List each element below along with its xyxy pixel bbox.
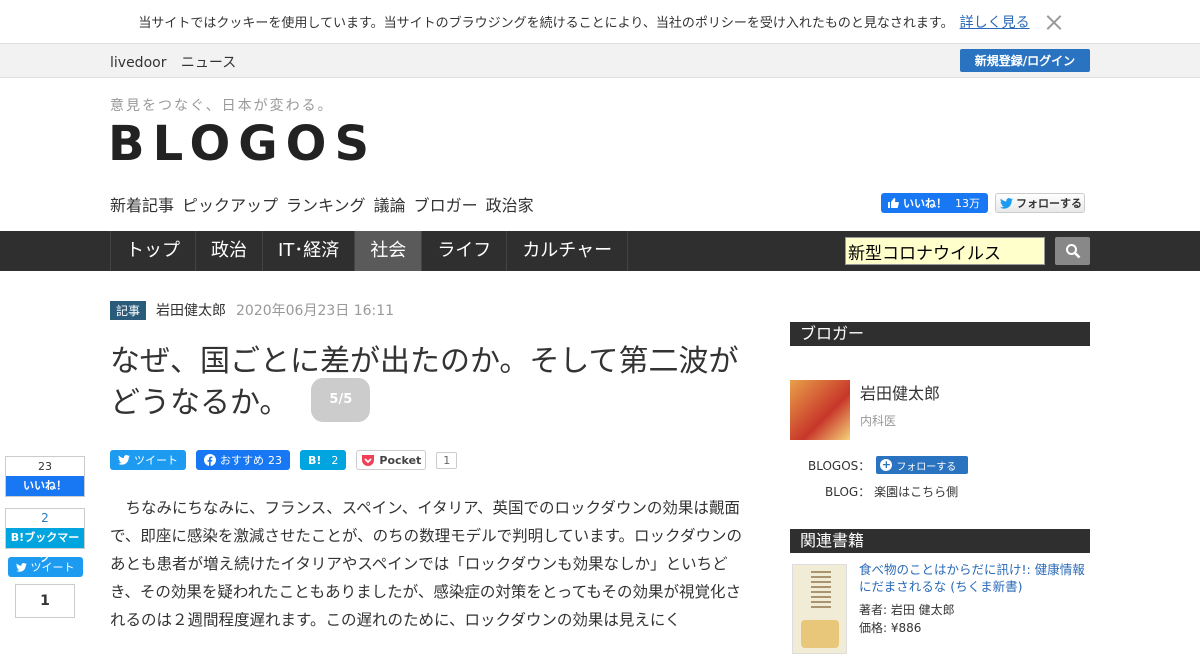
cookie-message: 当サイトではクッキーを使用しています。当サイトのブラウジングを続けることにより、…: [138, 16, 954, 31]
book-cover-illustration: [801, 620, 839, 648]
side-hatena-bookmark[interactable]: 2 B!ブックマーク: [5, 508, 85, 564]
sub-navigation: 新着記事 ピックアップ ランキング 議論 ブロガー 政治家: [110, 192, 534, 216]
side-hatena-label: B!ブックマーク: [6, 528, 84, 564]
related-books-heading: 関連書籍: [790, 529, 1090, 553]
nav-society[interactable]: 社会: [354, 231, 422, 271]
share-buttons: ツイート おすすめ 23 B! 2 Pocket 1: [110, 450, 750, 470]
subnav-new-articles[interactable]: 新着記事: [110, 192, 174, 216]
article-title: なぜ、国ごとに差が出たのか。そして第二波がどうなるか。 5/5: [110, 342, 750, 426]
twitter-bird-icon: [1000, 197, 1013, 209]
article-author[interactable]: 岩田健太郎: [156, 300, 226, 320]
blogger-name[interactable]: 岩田健太郎: [860, 380, 940, 404]
subnav-bloggers[interactable]: ブロガー: [414, 192, 478, 216]
article-meta: 記事 岩田健太郎 2020年06月23日 16:11: [110, 300, 750, 320]
article-body: ちなみにちなみに、フランス、スペイン、イタリア、英国でのロックダウンの効果は覿面…: [110, 499, 742, 629]
subnav-ranking[interactable]: ランキング: [286, 192, 366, 216]
side-fb-label: いいね！: [6, 476, 84, 496]
article-date: 2020年06月23日 16:11: [236, 303, 395, 319]
search-button[interactable]: [1055, 237, 1090, 265]
pocket-button[interactable]: Pocket: [356, 450, 427, 470]
pocket-count: 1: [436, 451, 458, 469]
facebook-like-button[interactable]: いいね！ 13万: [881, 193, 988, 213]
fb-like-label: いいね！: [903, 197, 947, 210]
fb-recommend-label: おすすめ: [220, 454, 264, 467]
hatena-label: B!: [308, 453, 322, 467]
site-tagline: 意見をつなぐ、日本が変わる。: [110, 98, 334, 114]
nav-top[interactable]: トップ: [110, 231, 195, 271]
twitter-follow-button[interactable]: フォローする: [995, 193, 1085, 213]
blogger-avatar[interactable]: [790, 380, 850, 440]
fb-recommend-count: 23: [268, 453, 282, 467]
blogos-follow-button[interactable]: + フォローする: [876, 456, 969, 474]
blog-row: BLOG： 楽園はこちら側: [825, 483, 958, 500]
side-fb-count: 23: [38, 460, 52, 473]
hatena-count: 2: [331, 453, 339, 467]
follow-label: フォローする: [896, 461, 957, 473]
page-indicator: 5/5: [311, 378, 371, 422]
livedoor-news-link[interactable]: ニュース: [181, 55, 236, 71]
nav-politics[interactable]: 政治: [195, 231, 262, 271]
close-icon[interactable]: [1046, 14, 1062, 30]
book-author: 著者: 岩田 健太郎: [859, 603, 955, 617]
book-cover-title-art: [811, 571, 831, 611]
livedoor-bar: livedoor ニュース 新規登録/ログイン: [0, 43, 1200, 78]
side-hatena-count: 2: [41, 511, 49, 525]
side-tweet-label: ツイート: [30, 561, 75, 574]
book-item: 食べ物のことはからだに訊け!: 健康情報にだまされるな (ちくま新書) 著者: …: [790, 553, 1090, 654]
nav-it-economy[interactable]: IT･経済: [262, 231, 354, 271]
side-facebook-like[interactable]: 23 いいね！: [5, 456, 85, 497]
subnav-politicians[interactable]: 政治家: [486, 192, 534, 216]
pocket-icon: [362, 454, 375, 466]
blog-label: BLOG：: [825, 485, 871, 499]
main-navigation: トップ 政治 IT･経済 社会 ライフ カルチャー: [0, 231, 1200, 271]
livedoor-brand[interactable]: livedoor ニュース: [110, 52, 246, 72]
cookie-banner: 当サイトではクッキーを使用しています。当サイトのブラウジングを続けることにより、…: [0, 0, 1200, 43]
cookie-more-link[interactable]: 詳しく見る: [960, 12, 1030, 32]
blogos-logo[interactable]: BLOGOS: [108, 116, 377, 172]
blogos-follow-row: BLOGOS： + フォローする: [808, 456, 969, 474]
book-title[interactable]: 食べ物のことはからだに訊け!: 健康情報にだまされるな (ちくま新書): [859, 561, 1089, 595]
twitter-bird-icon: [15, 562, 27, 572]
blogger-role: 内科医: [860, 414, 897, 428]
site-header: 意見をつなぐ、日本が変わる。 BLOGOS 新着記事 ピックアップ ランキング …: [0, 78, 1200, 231]
fb-like-count: 13万: [955, 197, 980, 210]
article-badge: 記事: [110, 300, 147, 320]
facebook-icon: [204, 454, 216, 466]
nav-life[interactable]: ライフ: [421, 231, 506, 271]
livedoor-logo[interactable]: livedoor: [110, 55, 166, 71]
search-icon: [1065, 244, 1080, 259]
pocket-label: Pocket: [379, 453, 422, 467]
hatena-bookmark-button[interactable]: B! 2: [300, 450, 347, 470]
plus-icon: +: [880, 458, 893, 471]
sidebar: ブロガー 岩田健太郎 内科医 BLOGOS： + フォローする BLOG： 楽園…: [790, 322, 1090, 654]
tweet-label: ツイート: [134, 454, 178, 467]
article-title-text: なぜ、国ごとに差が出たのか。そして第二波がどうなるか。: [110, 344, 739, 421]
side-tweet-button[interactable]: ツイート: [7, 557, 83, 577]
facebook-recommend-button[interactable]: おすすめ 23: [196, 450, 290, 470]
subnav-discussion[interactable]: 議論: [374, 192, 406, 216]
thumbs-up-icon: [888, 198, 899, 208]
tweet-button[interactable]: ツイート: [110, 450, 186, 470]
twitter-bird-icon: [118, 455, 130, 465]
nav-culture[interactable]: カルチャー: [506, 231, 629, 271]
blog-link[interactable]: 楽園はこちら側: [874, 485, 958, 499]
blogger-card: 岩田健太郎 内科医 BLOGOS： + フォローする BLOG： 楽園はこちら側: [790, 346, 1090, 499]
book-cover[interactable]: [792, 564, 847, 654]
register-login-button[interactable]: 新規登録/ログイン: [960, 49, 1090, 72]
article: 記事 岩田健太郎 2020年06月23日 16:11 なぜ、国ごとに差が出たのか…: [110, 300, 750, 634]
search-input[interactable]: [845, 237, 1045, 265]
book-price: 価格: ¥886: [859, 621, 922, 635]
twitter-follow-label: フォローする: [1016, 197, 1082, 210]
floating-share-bar: 23 いいね！ 2 B!ブックマーク ツイート 1: [5, 456, 85, 618]
blogger-heading: ブロガー: [790, 322, 1090, 346]
subnav-pickup[interactable]: ピックアップ: [182, 192, 278, 216]
blogos-label: BLOGOS：: [808, 458, 871, 473]
side-pocket-count[interactable]: 1: [15, 584, 75, 618]
